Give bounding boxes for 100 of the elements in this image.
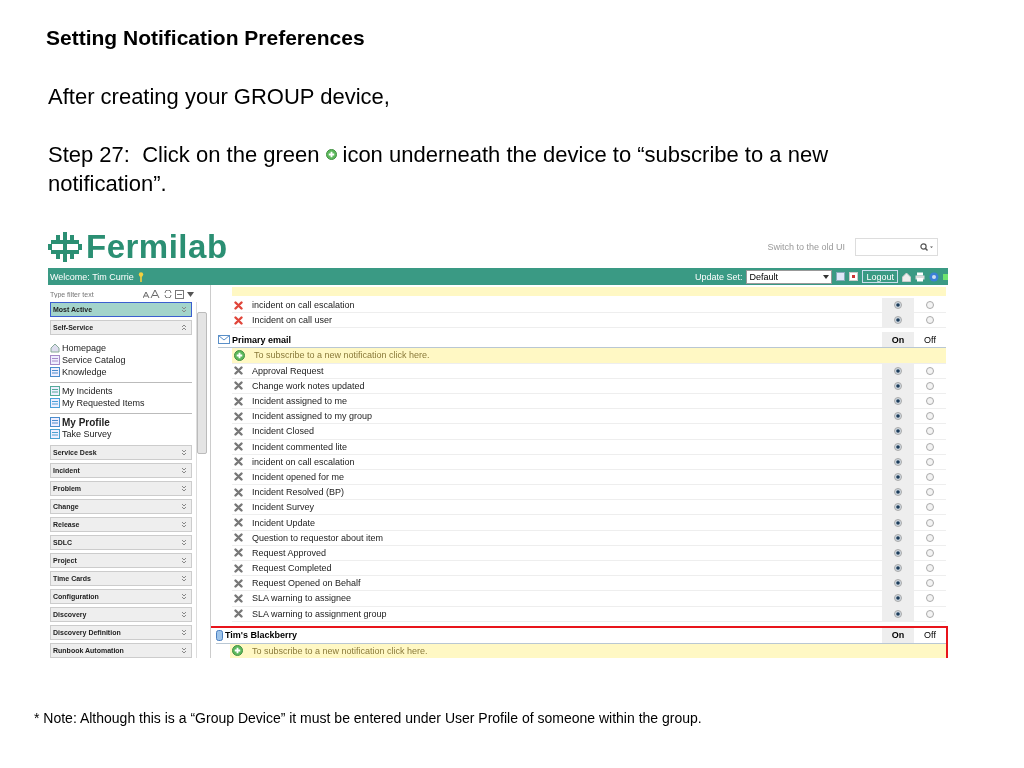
on-radio[interactable]: [894, 579, 902, 588]
expand-icon[interactable]: [181, 306, 187, 313]
delete-icon[interactable]: [234, 518, 243, 528]
delete-icon[interactable]: [234, 609, 243, 619]
scrollbar[interactable]: [196, 302, 207, 658]
nav-item[interactable]: Knowledge: [62, 367, 107, 377]
off-radio[interactable]: [926, 457, 934, 466]
off-radio[interactable]: [926, 316, 934, 325]
on-radio[interactable]: [894, 381, 902, 390]
expand-icon[interactable]: [181, 557, 187, 564]
off-radio[interactable]: [926, 412, 934, 421]
on-radio[interactable]: [894, 503, 902, 512]
expand-icon[interactable]: [181, 611, 187, 618]
off-radio[interactable]: [926, 381, 934, 390]
on-radio[interactable]: [894, 457, 902, 466]
expand-icon[interactable]: [181, 467, 187, 474]
on-radio[interactable]: [894, 609, 902, 618]
nav-item[interactable]: My Incidents: [62, 386, 113, 396]
off-radio[interactable]: [926, 442, 934, 451]
help-icon[interactable]: [929, 271, 939, 282]
delete-icon[interactable]: [234, 487, 243, 497]
delete-icon[interactable]: [234, 381, 243, 391]
delete-icon[interactable]: [234, 411, 243, 421]
nav-item[interactable]: My Requested Items: [62, 398, 145, 408]
delete-icon[interactable]: [234, 472, 243, 482]
off-radio[interactable]: [926, 609, 934, 618]
off-radio[interactable]: [926, 564, 934, 573]
off-radio[interactable]: [926, 518, 934, 527]
notification-name: Incident Update: [252, 517, 316, 528]
collapse-icon[interactable]: [181, 324, 187, 331]
on-radio[interactable]: [894, 412, 902, 421]
off-radio[interactable]: [926, 397, 934, 406]
delete-icon[interactable]: [234, 593, 243, 603]
delete-icon[interactable]: [234, 502, 243, 512]
collapse-all-icon[interactable]: [175, 289, 184, 299]
subscribe-link[interactable]: To subscribe to a new notification click here.: [254, 350, 430, 361]
delete-icon[interactable]: [234, 578, 243, 588]
search-field[interactable]: [855, 238, 938, 256]
welcome-text: Welcome: Tim Currie: [50, 271, 134, 282]
delete-icon[interactable]: [234, 396, 243, 406]
logo-icon: [48, 232, 82, 262]
off-radio[interactable]: [926, 488, 934, 497]
off-radio[interactable]: [926, 301, 934, 310]
expand-icon[interactable]: [181, 575, 187, 582]
delete-icon[interactable]: [234, 533, 243, 543]
on-radio[interactable]: [894, 366, 902, 375]
on-radio[interactable]: [894, 594, 902, 603]
font-size-icon[interactable]: [143, 289, 161, 299]
off-radio[interactable]: [926, 427, 934, 436]
expand-icon[interactable]: [181, 539, 187, 546]
subscribe-link[interactable]: To subscribe to a new notification click here.: [252, 645, 428, 656]
on-radio[interactable]: [894, 548, 902, 557]
on-radio[interactable]: [894, 518, 902, 527]
off-radio[interactable]: [926, 366, 934, 375]
on-radio[interactable]: [894, 472, 902, 481]
off-radio[interactable]: [926, 503, 934, 512]
square-icon[interactable]: [849, 272, 859, 281]
nav-item[interactable]: Service Catalog: [62, 355, 126, 365]
delete-icon[interactable]: [234, 457, 243, 467]
off-radio[interactable]: [926, 548, 934, 557]
add-icon[interactable]: [232, 645, 243, 657]
nav-item[interactable]: Take Survey: [62, 429, 112, 439]
envelope-icon: [218, 335, 230, 345]
on-radio[interactable]: [894, 533, 902, 542]
on-radio[interactable]: [894, 397, 902, 406]
off-radio[interactable]: [926, 594, 934, 603]
update-set-select[interactable]: Default: [746, 269, 833, 284]
delete-icon[interactable]: [234, 442, 243, 452]
expand-icon[interactable]: [181, 593, 187, 600]
off-radio[interactable]: [926, 533, 934, 542]
print-icon[interactable]: [915, 271, 925, 282]
expand-icon[interactable]: [181, 647, 187, 654]
nav-item[interactable]: My Profile: [62, 416, 110, 428]
on-radio[interactable]: [894, 564, 902, 573]
delete-icon[interactable]: [234, 366, 243, 376]
expand-icon[interactable]: [181, 503, 187, 510]
off-radio[interactable]: [926, 579, 934, 588]
document-icon[interactable]: [836, 272, 846, 281]
delete-icon[interactable]: [234, 300, 243, 310]
refresh-icon[interactable]: [164, 290, 172, 298]
caret-icon[interactable]: [187, 291, 194, 297]
on-radio[interactable]: [894, 316, 902, 325]
on-radio[interactable]: [894, 427, 902, 436]
add-icon[interactable]: [325, 149, 337, 160]
expand-icon[interactable]: [181, 521, 187, 528]
expand-icon[interactable]: [181, 449, 187, 456]
add-icon[interactable]: [234, 349, 245, 361]
on-radio[interactable]: [894, 301, 902, 310]
nav-item[interactable]: Homepage: [62, 343, 107, 353]
home-icon[interactable]: [902, 271, 911, 282]
delete-icon[interactable]: [234, 563, 243, 573]
on-radio[interactable]: [894, 488, 902, 497]
delete-icon[interactable]: [234, 315, 243, 325]
on-radio[interactable]: [894, 442, 902, 451]
expand-icon[interactable]: [181, 485, 187, 492]
off-radio[interactable]: [926, 472, 934, 481]
expand-icon[interactable]: [181, 629, 187, 636]
delete-icon[interactable]: [234, 426, 243, 436]
document-icon: [50, 398, 60, 408]
delete-icon[interactable]: [234, 548, 243, 558]
